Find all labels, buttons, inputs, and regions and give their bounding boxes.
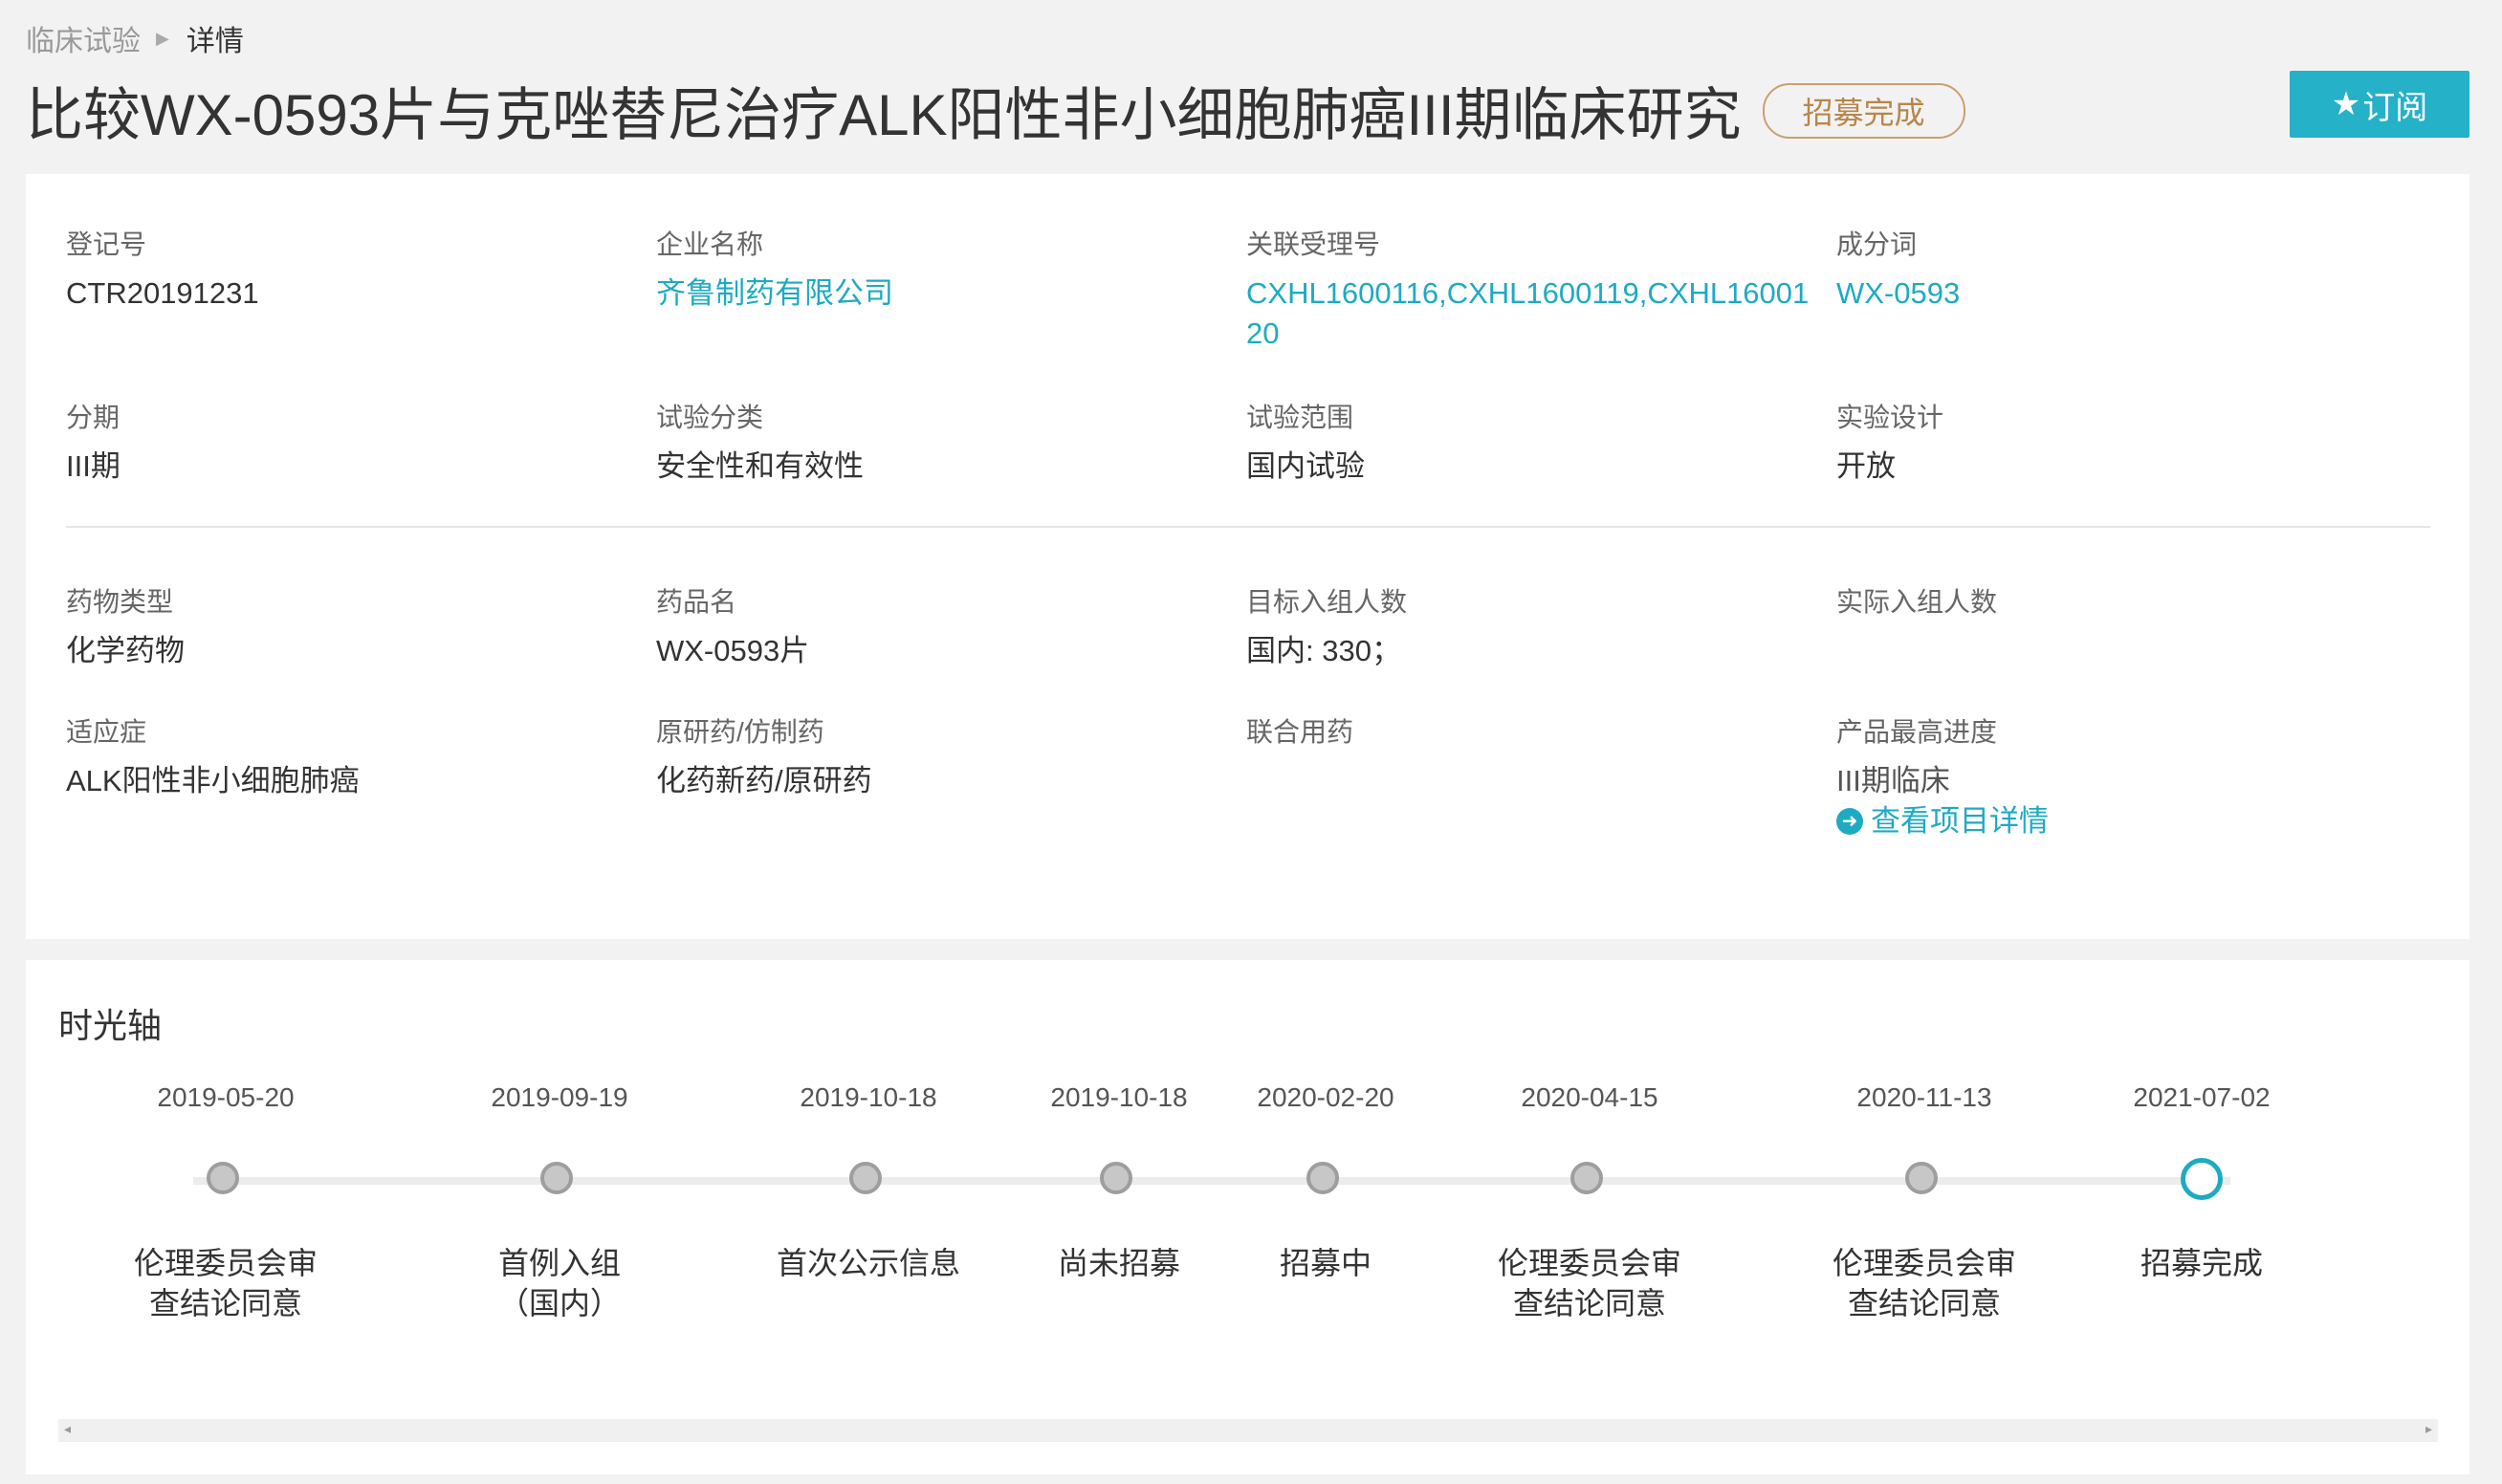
timeline-date: 2020-11-13: [1856, 1082, 1992, 1112]
field-value: III期临床: [1836, 764, 1950, 797]
field-origin: 原研药/仿制药 化药新药/原研药: [656, 713, 1211, 801]
field-value: 安全性和有效性: [656, 449, 864, 483]
field-drug-name: 药品名 WX-0593片: [656, 583, 1211, 671]
field-target-enroll: 目标入组人数 国内: 330；: [1246, 583, 1801, 671]
field-label: 分期: [66, 403, 121, 432]
scroll-right-icon[interactable]: ▸: [2425, 1421, 2432, 1437]
timeline-label: 伦理委员会审查结论同意: [133, 1246, 318, 1320]
timeline-scrollbar[interactable]: ◂ ▸: [58, 1419, 2438, 1442]
field-value: WX-0593片: [656, 634, 810, 667]
field-label: 药品名: [656, 587, 737, 617]
subscribe-button[interactable]: ★ 订阅: [2290, 71, 2469, 138]
field-value: CTR20191231: [66, 276, 259, 310]
field-actual-enroll: 实际入组人数: [1836, 583, 2391, 631]
related-accept-link[interactable]: CXHL1600116,CXHL1600119,CXHL1600120: [1246, 273, 1811, 354]
timeline-node-icon[interactable]: [1905, 1162, 1938, 1194]
field-label: 企业名称: [656, 229, 764, 259]
breadcrumb-separator-icon: ▶: [156, 28, 169, 48]
timeline-label: 招募中: [1279, 1246, 1372, 1280]
field-label: 目标入组人数: [1246, 587, 1408, 617]
field-label: 药物类型: [66, 587, 174, 617]
timeline-date: 2019-05-20: [157, 1082, 295, 1112]
field-value: 化学药物: [66, 634, 185, 667]
field-label: 产品最高进度: [1836, 717, 1998, 747]
field-value: 化药新药/原研药: [656, 764, 872, 797]
field-value: III期: [66, 449, 121, 483]
timeline-date: 2020-04-15: [1521, 1082, 1658, 1112]
field-label: 试验分类: [656, 403, 764, 432]
detail-card: 登记号 CTR20191231 企业名称 齐鲁制药有限公司 关联受理号 CXHL…: [26, 174, 2469, 939]
field-drug-type: 药物类型 化学药物: [66, 583, 621, 671]
timeline-date: 2019-09-19: [491, 1082, 628, 1112]
timeline-label: 招募完成: [2140, 1246, 2263, 1280]
timeline-label: 伦理委员会审查结论同意: [1832, 1246, 2016, 1320]
scroll-left-icon[interactable]: ◂: [64, 1421, 71, 1437]
field-value: ALK阳性非小细胞肺癌: [66, 764, 360, 797]
timeline-node-icon[interactable]: [540, 1162, 573, 1194]
field-indication: 适应症 ALK阳性非小细胞肺癌: [66, 713, 621, 801]
title-row: 比较WX-0593片与克唑替尼治疗ALK阳性非小细胞肺癌III期临床研究 招募完…: [26, 69, 1965, 152]
subscribe-label: 订阅: [2362, 89, 2428, 126]
field-reg-no: 登记号 CTR20191231: [66, 226, 621, 314]
field-combo: 联合用药: [1246, 713, 1801, 761]
field-label: 成分词: [1836, 229, 1918, 259]
field-ingredient: 成分词 WX-0593: [1836, 226, 2391, 314]
timeline-node-icon[interactable]: [1570, 1162, 1603, 1194]
field-value: 开放: [1836, 449, 1896, 483]
field-company: 企业名称 齐鲁制药有限公司: [656, 226, 1211, 314]
field-value: 国内试验: [1246, 449, 1365, 483]
field-trial-type: 试验分类 安全性和有效性: [656, 399, 1211, 487]
timeline-current-node-icon[interactable]: [2181, 1158, 2223, 1200]
timeline-label: 首例入组（国内）: [497, 1246, 621, 1320]
timeline-node-icon[interactable]: [849, 1162, 882, 1194]
breadcrumb-current: 详情: [186, 26, 244, 57]
view-project-details-link[interactable]: ➜ 查看项目详情: [1836, 801, 2391, 841]
field-max-progress: 产品最高进度 III期临床 ➜ 查看项目详情: [1836, 713, 2391, 841]
breadcrumb: 临床试验 ▶ 详情: [26, 17, 244, 59]
field-design: 实验设计 开放: [1836, 399, 2391, 487]
page-title: 比较WX-0593片与克唑替尼治疗ALK阳性非小细胞肺癌III期临床研究: [26, 83, 1742, 147]
field-label: 原研药/仿制药: [656, 717, 824, 747]
field-label: 登记号: [66, 229, 147, 259]
field-label: 联合用药: [1246, 717, 1354, 747]
field-label: 关联受理号: [1246, 229, 1381, 259]
arrow-right-circle-icon: ➜: [1836, 808, 1863, 835]
field-label: 实际入组人数: [1836, 587, 1998, 617]
timeline-node-icon[interactable]: [207, 1162, 239, 1194]
timeline-label: 伦理委员会审查结论同意: [1497, 1246, 1681, 1320]
company-link[interactable]: 齐鲁制药有限公司: [656, 273, 1211, 314]
section-divider: [66, 526, 2430, 528]
timeline-card: 时光轴 2019-05-20 伦理委员会审查结论同意 2019-09-19 首例…: [26, 960, 2469, 1474]
field-value: 国内: 330；: [1246, 634, 1401, 667]
field-phase: 分期 III期: [66, 399, 621, 487]
timeline-date: 2020-02-20: [1257, 1082, 1394, 1112]
field-related-accept: 关联受理号 CXHL1600116,CXHL1600119,CXHL160012…: [1246, 226, 1811, 354]
ingredient-link[interactable]: WX-0593: [1836, 273, 2391, 314]
view-project-details-label: 查看项目详情: [1871, 804, 2049, 838]
breadcrumb-link-clinical-trials[interactable]: 临床试验: [26, 17, 141, 59]
timeline-node-icon[interactable]: [1100, 1162, 1132, 1194]
field-label: 适应症: [66, 717, 147, 747]
field-label: 试验范围: [1246, 403, 1354, 432]
field-trial-scope: 试验范围 国内试验: [1246, 399, 1801, 487]
timeline-node-icon[interactable]: [1306, 1162, 1339, 1194]
timeline-date: 2021-07-02: [2133, 1082, 2271, 1112]
timeline-title: 时光轴: [58, 1006, 163, 1045]
field-label: 实验设计: [1836, 403, 1944, 432]
status-badge: 招募完成: [1762, 82, 1965, 139]
star-icon: ★: [2331, 86, 2361, 122]
